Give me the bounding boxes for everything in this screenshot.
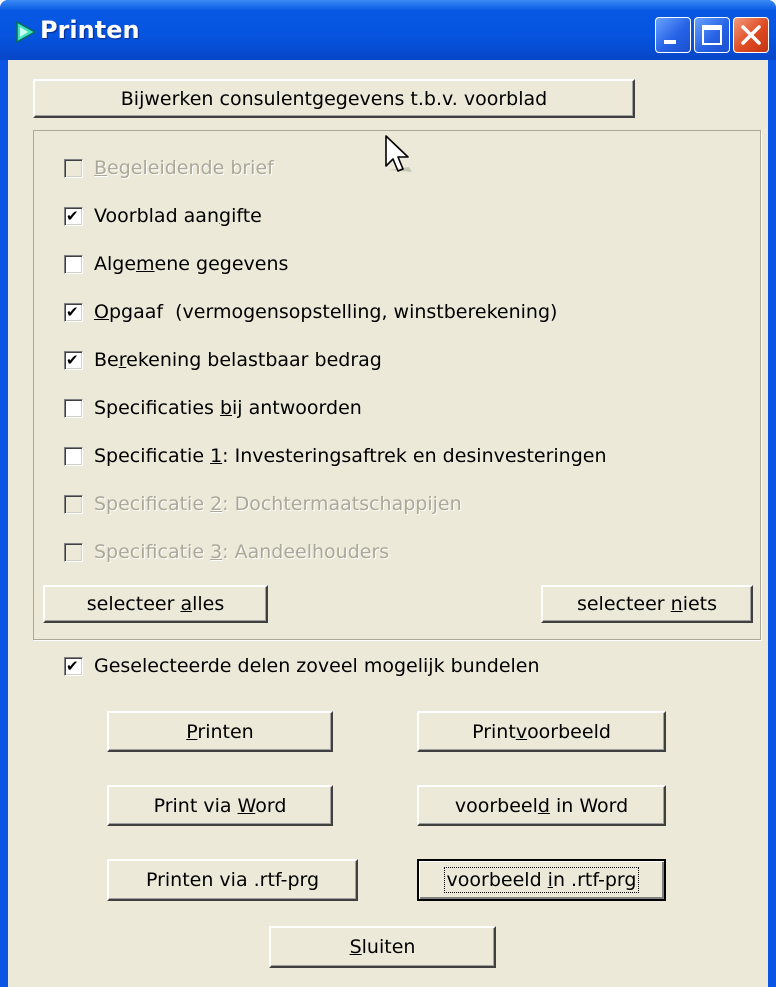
checkmark-icon: ✔ <box>66 206 79 225</box>
preview-in-word-button[interactable]: voorbeeld in Word <box>417 785 666 826</box>
title-bar[interactable]: Printen <box>0 0 776 60</box>
minimize-icon <box>664 40 676 44</box>
window-title: Printen <box>40 16 140 44</box>
checkmark-icon: ✔ <box>66 302 79 321</box>
bundle-label: Geselecteerde delen zoveel mogelijk bund… <box>94 655 540 677</box>
checkbox-box[interactable]: ✔ <box>64 656 83 676</box>
section-label: Algemene gegevens <box>94 253 289 275</box>
checkbox-box[interactable] <box>64 254 83 274</box>
checkmark-icon: ✔ <box>66 350 79 369</box>
bundle-checkbox[interactable]: ✔ Geselecteerde delen zoveel mogelijk bu… <box>64 655 540 677</box>
section-checkbox-8[interactable]: Specificatie 3: Aandeelhouders <box>64 541 389 563</box>
checkbox-box[interactable] <box>64 494 83 514</box>
checkbox-box[interactable] <box>64 446 83 466</box>
play-icon <box>16 21 37 43</box>
section-label: Specificatie 2: Dochtermaatschappijen <box>94 493 462 515</box>
print-via-word-button[interactable]: Print via Word <box>107 785 333 826</box>
checkmark-icon: ✔ <box>66 656 79 675</box>
minimize-button[interactable] <box>655 17 691 53</box>
checkbox-box[interactable]: ✔ <box>64 206 83 226</box>
select-none-label: selecteer niets <box>576 593 718 615</box>
section-checkbox-2[interactable]: Algemene gegevens <box>64 253 288 275</box>
section-checkbox-7[interactable]: Specificatie 2: Dochtermaatschappijen <box>64 493 462 515</box>
print-preview-label: Printvoorbeeld <box>472 720 611 743</box>
close-button[interactable] <box>733 17 769 53</box>
checkbox-box[interactable] <box>64 158 83 178</box>
close-dialog-button[interactable]: Sluiten <box>269 926 496 968</box>
section-checkbox-3[interactable]: ✔ Opgaaf (vermogensopstelling, winstbere… <box>64 301 557 323</box>
section-label: Specificatie 3: Aandeelhouders <box>94 541 390 563</box>
update-consultant-data-button[interactable]: Bijwerken consulentgegevens t.b.v. voorb… <box>33 79 635 118</box>
maximize-button[interactable] <box>694 17 730 53</box>
checkbox-box[interactable] <box>64 542 83 562</box>
dialog-client-area: Bijwerken consulentgegevens t.b.v. voorb… <box>8 60 768 987</box>
print-via-word-label: Print via Word <box>153 794 287 817</box>
print-window: Printen Bijwerken consulentgegevens t.b.… <box>0 0 776 987</box>
mouse-cursor-icon <box>385 135 412 172</box>
section-checkbox-0[interactable]: Begeleidende brief <box>64 157 274 179</box>
close-dialog-label: Sluiten <box>349 936 416 958</box>
print-via-rtf-label: Printen via .rtf-prg <box>145 869 320 891</box>
print-via-rtf-button[interactable]: Printen via .rtf-prg <box>107 859 358 901</box>
section-label: Voorblad aangifte <box>94 205 262 227</box>
select-all-label: selecteer alles <box>86 593 225 615</box>
sections-groupbox: Begeleidende brief ✔ Voorblad aangifte A… <box>33 130 761 640</box>
select-all-button[interactable]: selecteer alles <box>43 585 268 623</box>
section-label: Specificatie 1: Investeringsaftrek en de… <box>94 445 607 467</box>
section-label: Berekening belastbaar bedrag <box>94 349 382 371</box>
section-checkbox-6[interactable]: Specificatie 1: Investeringsaftrek en de… <box>64 445 607 467</box>
section-checkbox-5[interactable]: Specificaties bij antwoorden <box>64 397 362 419</box>
select-none-button[interactable]: selecteer niets <box>541 585 753 623</box>
checkbox-box[interactable]: ✔ <box>64 350 83 370</box>
close-icon <box>741 25 761 45</box>
section-label: Begeleidende brief <box>94 157 274 179</box>
print-button[interactable]: Printen <box>107 711 333 752</box>
section-checkbox-1[interactable]: ✔ Voorblad aangifte <box>64 205 262 227</box>
preview-in-rtf-button[interactable]: voorbeeld in .rtf-prg <box>417 859 666 901</box>
preview-in-word-label: voorbeeld in Word <box>454 794 629 817</box>
checkbox-box[interactable]: ✔ <box>64 302 83 322</box>
maximize-icon <box>702 25 722 45</box>
section-label: Opgaaf (vermogensopstelling, winstbereke… <box>94 301 558 323</box>
update-consultant-data-label: Bijwerken consulentgegevens t.b.v. voorb… <box>120 87 548 110</box>
checkbox-box[interactable] <box>64 398 83 418</box>
section-label: Specificaties bij antwoorden <box>94 397 362 419</box>
preview-in-rtf-label: voorbeeld in .rtf-prg <box>443 867 640 893</box>
section-checkbox-4[interactable]: ✔ Berekening belastbaar bedrag <box>64 349 382 371</box>
print-label: Printen <box>186 720 254 743</box>
print-preview-button[interactable]: Printvoorbeeld <box>417 711 666 752</box>
